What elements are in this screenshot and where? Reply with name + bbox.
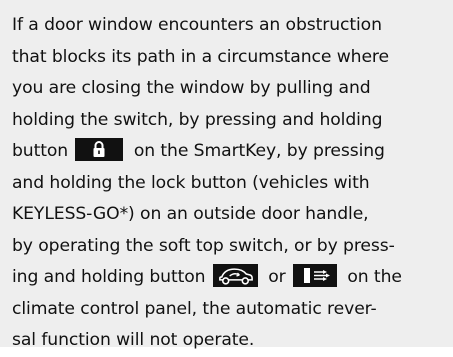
- text-segment: on the SmartKey, by pressing: [133, 141, 385, 161]
- text-segment: button: [12, 141, 69, 161]
- text-segment: on the: [347, 267, 402, 287]
- text-line: you are closing the window by pulling an…: [12, 78, 371, 98]
- text-line: climate control panel, the automatic rev…: [12, 298, 377, 319]
- text-line: sal function will not operate.: [12, 330, 255, 350]
- text-line: KEYLESS-GO*) on an outside door handle,: [12, 204, 369, 224]
- lock-icon: [75, 138, 124, 161]
- text-line: If a door window encounters an obstructi…: [12, 15, 382, 35]
- text-segment: or: [268, 267, 286, 287]
- text-line: by operating the soft top switch, or by …: [12, 235, 395, 256]
- text-line: that blocks its path in a circumstance w…: [12, 46, 389, 67]
- text-line: and holding the lock button (vehicles wi…: [12, 172, 370, 193]
- text-line: holding the switch, by pressing and hold…: [12, 109, 383, 130]
- notice-box: If a door window encounters an obstructi…: [0, 0, 453, 350]
- text-line: ing and holding button or on the: [12, 262, 445, 294]
- fresh-air-icon: [292, 264, 337, 287]
- air-recirculation-icon: [212, 264, 258, 287]
- text-line: button on the SmartKey, by pressing: [12, 136, 445, 168]
- text-segment: ing and holding button: [12, 267, 206, 287]
